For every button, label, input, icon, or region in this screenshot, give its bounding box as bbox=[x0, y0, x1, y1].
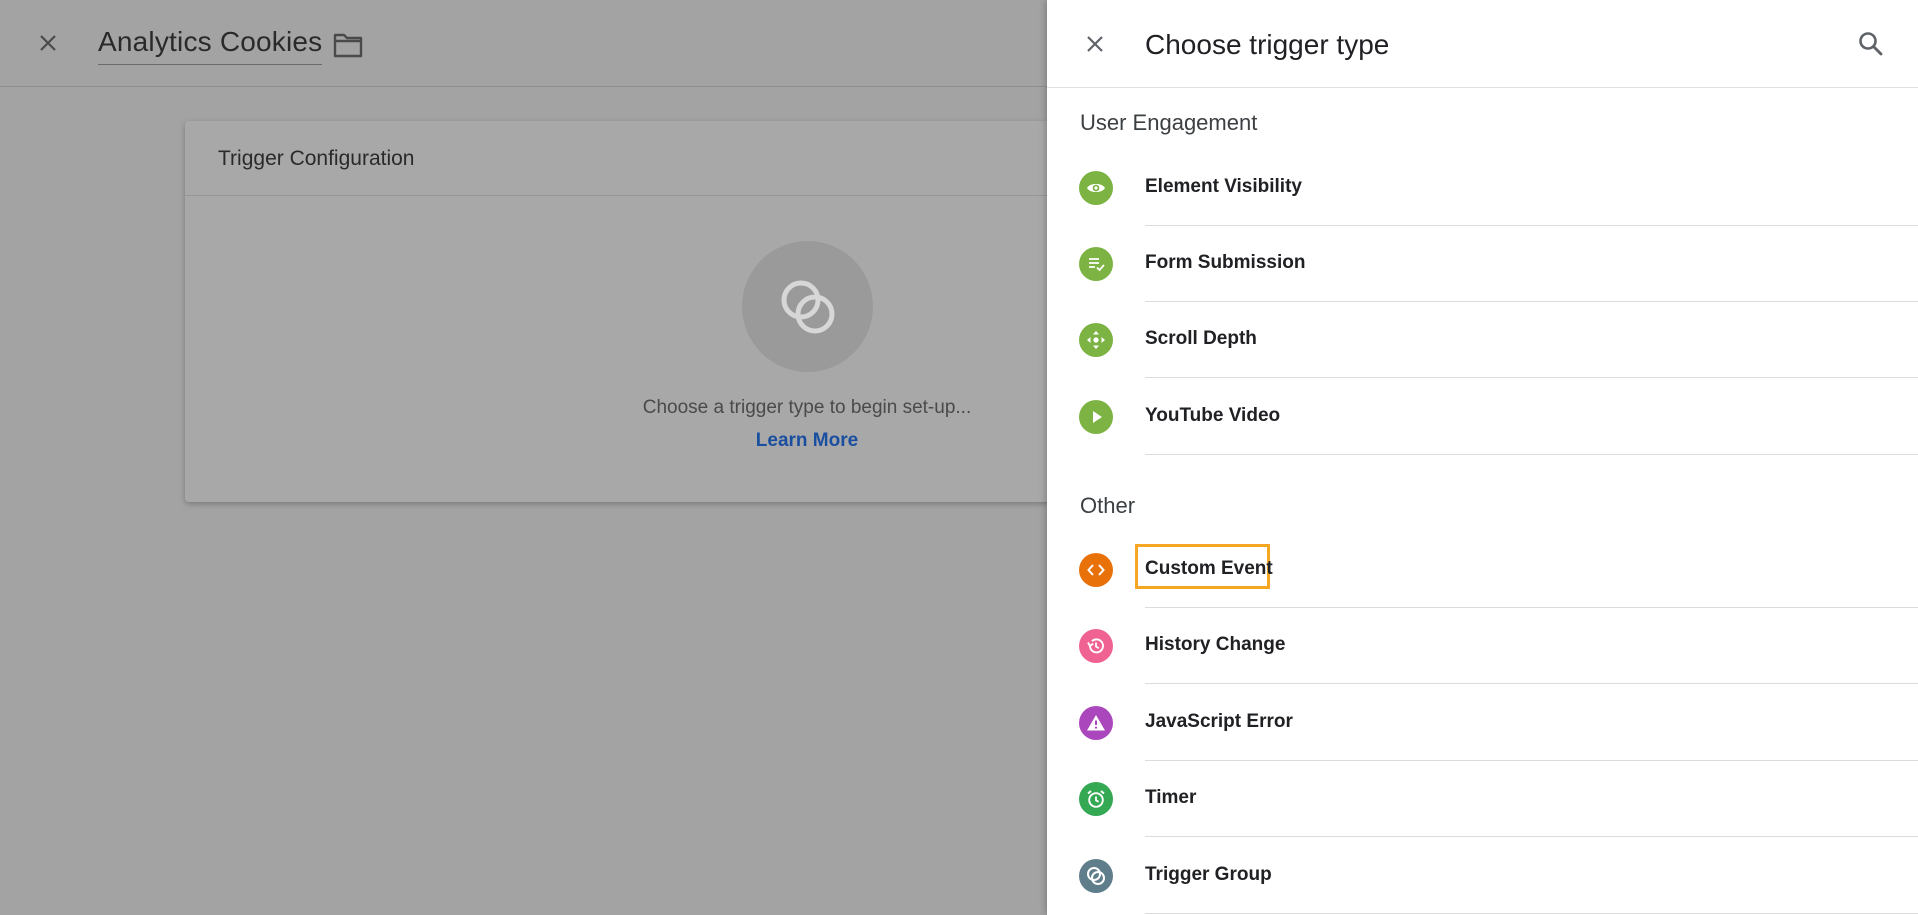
section-title-user-engagement: User Engagement bbox=[1080, 110, 1258, 135]
trigger-option-label: Trigger Group bbox=[1145, 864, 1272, 885]
trigger-option-trigger-group[interactable]: Trigger Group bbox=[1047, 838, 1918, 914]
trigger-option-label: Timer bbox=[1145, 787, 1197, 808]
trigger-option-label: Element Visibility bbox=[1145, 176, 1302, 197]
trigger-option-javascript-error[interactable]: JavaScript Error bbox=[1047, 685, 1918, 761]
code-icon bbox=[1079, 553, 1113, 587]
divider bbox=[1145, 913, 1918, 914]
tag-name-title[interactable]: Analytics Cookies bbox=[98, 26, 323, 65]
trigger-option-label: Scroll Depth bbox=[1145, 328, 1257, 349]
search-icon[interactable] bbox=[1857, 30, 1885, 58]
trigger-group-icon bbox=[1079, 859, 1113, 893]
warning-icon bbox=[1079, 706, 1113, 740]
trigger-option-scroll-depth[interactable]: Scroll Depth bbox=[1047, 302, 1918, 378]
scroll-arrows-icon bbox=[1079, 323, 1113, 357]
divider bbox=[1145, 377, 1918, 378]
trigger-option-label: History Change bbox=[1145, 634, 1286, 655]
trigger-option-history-change[interactable]: History Change bbox=[1047, 608, 1918, 684]
trigger-option-label: Custom Event bbox=[1145, 558, 1273, 579]
alarm-icon bbox=[1079, 782, 1113, 816]
section-title-other: Other bbox=[1080, 493, 1136, 518]
trigger-option-custom-event[interactable]: Custom Event bbox=[1047, 532, 1918, 608]
trigger-option-label: Form Submission bbox=[1145, 252, 1306, 273]
drawer-title: Choose trigger type bbox=[1145, 29, 1390, 60]
trigger-configuration-card: Trigger Configuration Choose a trigger t… bbox=[185, 121, 1085, 502]
history-icon bbox=[1079, 629, 1113, 663]
play-icon bbox=[1079, 400, 1113, 434]
eye-icon bbox=[1079, 171, 1113, 205]
trigger-option-label: JavaScript Error bbox=[1145, 711, 1293, 732]
trigger-group-icon bbox=[781, 280, 835, 334]
divider bbox=[1145, 454, 1918, 455]
divider bbox=[1145, 683, 1918, 684]
trigger-option-form-submission[interactable]: Form Submission bbox=[1047, 226, 1918, 302]
trigger-option-timer[interactable]: Timer bbox=[1047, 761, 1918, 837]
drawer-header: Choose trigger type bbox=[1047, 0, 1918, 88]
divider bbox=[1145, 836, 1918, 837]
trigger-option-element-visibility[interactable]: Element Visibility bbox=[1047, 150, 1918, 226]
close-icon[interactable] bbox=[36, 31, 60, 55]
folder-icon[interactable] bbox=[333, 31, 363, 59]
trigger-placeholder-button[interactable] bbox=[742, 241, 873, 372]
card-title: Trigger Configuration bbox=[185, 121, 1085, 196]
form-check-icon bbox=[1079, 247, 1113, 281]
close-icon[interactable] bbox=[1083, 32, 1107, 56]
choose-trigger-type-drawer: Choose trigger type User Engagement Elem… bbox=[1047, 0, 1918, 915]
trigger-option-youtube-video[interactable]: YouTube Video bbox=[1047, 379, 1918, 455]
trigger-option-label: YouTube Video bbox=[1145, 405, 1281, 426]
